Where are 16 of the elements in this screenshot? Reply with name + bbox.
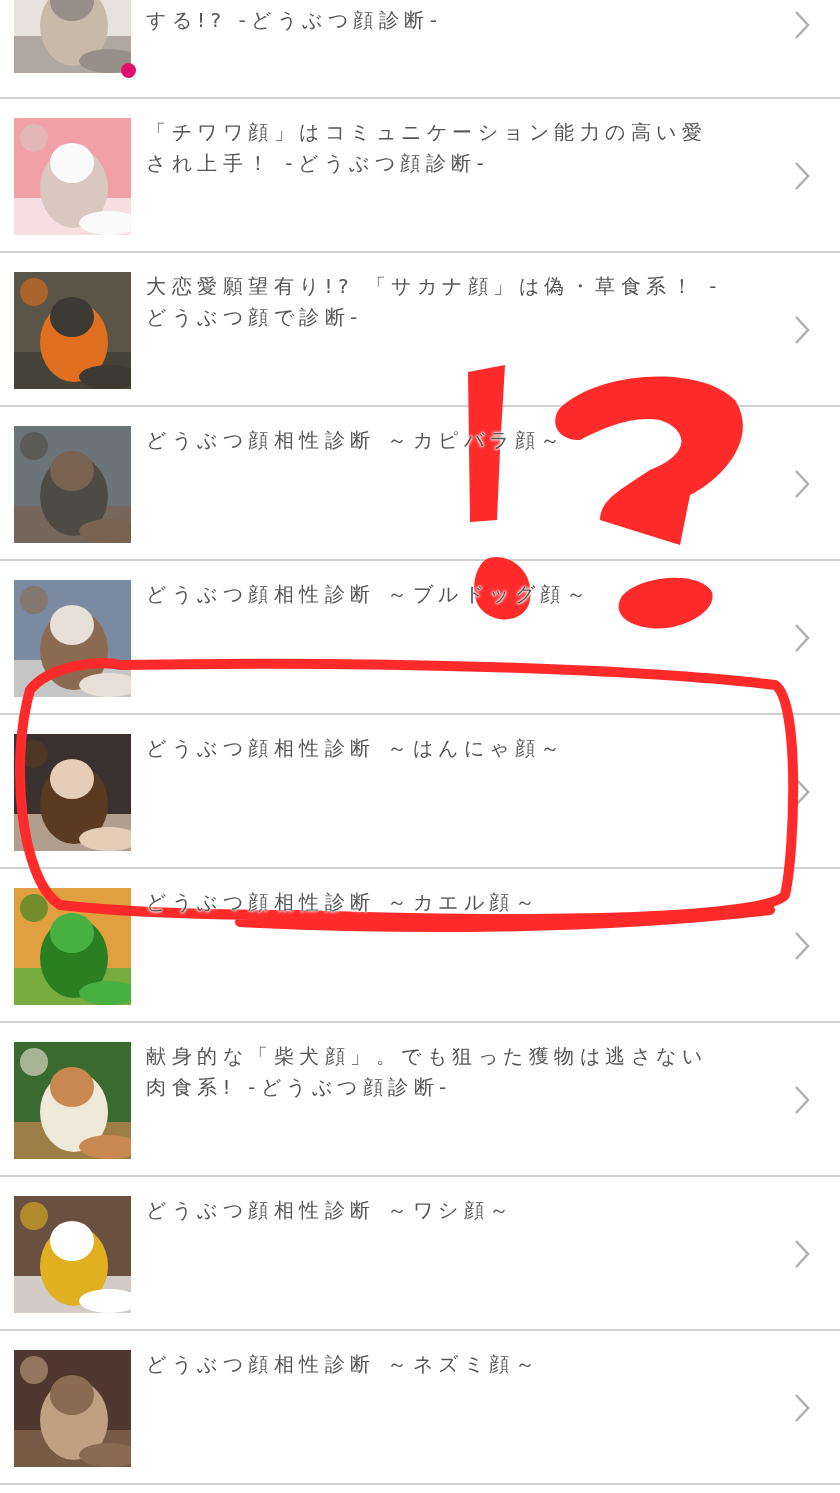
chevron-icon[interactable] [794,161,810,191]
article-title[interactable]: 献身的な「柴犬顔」。でも狙った獲物は逃さない肉食系! -どうぶつ顔診断- [146,1041,726,1103]
article-title[interactable]: 「チワワ顔」はコミュニケーション能力の高い愛され上手！ -どうぶつ顔診断- [146,117,726,179]
chevron-icon[interactable] [794,10,810,40]
chevron-icon[interactable] [794,623,810,653]
article-title[interactable]: どうぶつ顔相性診断 ～ワシ顔～ [146,1195,726,1226]
article-title[interactable]: どうぶつ顔相性診断 ～ネズミ顔～ [146,1349,726,1380]
chevron-icon[interactable] [794,931,810,961]
article-title[interactable]: 大恋愛願望有り!? 「サカナ顔」は偽・草食系！ - どうぶつ顔で診断- [146,271,726,333]
chevron-icon[interactable] [794,1393,810,1423]
chevron-icon[interactable] [794,1239,810,1269]
article-title[interactable]: する!? -どうぶつ顔診断- [146,5,726,36]
article-title[interactable]: どうぶつ顔相性診断 ～はんにゃ顔～ [146,733,726,764]
chevron-icon[interactable] [794,469,810,499]
chevron-icon[interactable] [794,315,810,345]
chevron-icon[interactable] [794,1085,810,1115]
